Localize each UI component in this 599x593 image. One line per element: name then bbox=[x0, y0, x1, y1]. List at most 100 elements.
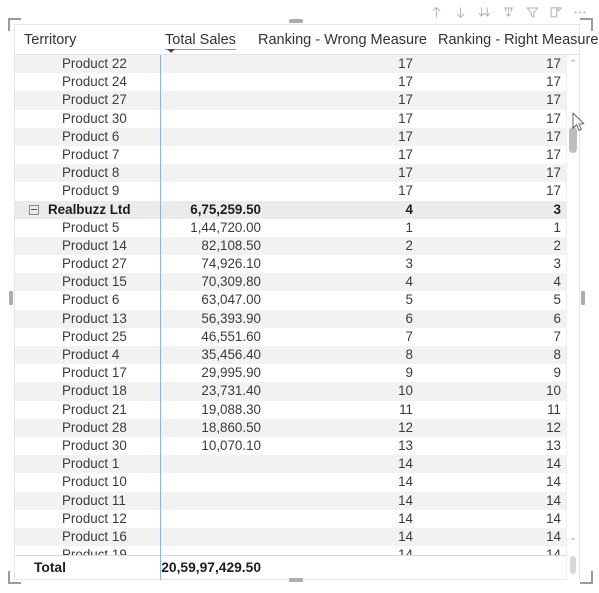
resize-handle-right[interactable] bbox=[581, 291, 585, 305]
row-label: Product 27 bbox=[62, 256, 127, 272]
row-ranking-right: 8 bbox=[553, 347, 561, 362]
matrix-row[interactable]: Product 6 63,047.00 5 5 bbox=[15, 291, 579, 309]
drill-next-level-icon[interactable] bbox=[496, 1, 520, 23]
resize-handle-top[interactable] bbox=[289, 19, 303, 23]
row-label: Product 30 bbox=[62, 437, 127, 453]
resize-handle-left[interactable] bbox=[9, 291, 13, 305]
row-ranking-wrong: 17 bbox=[398, 74, 413, 90]
row-total-sales: 82,108.50 bbox=[201, 237, 261, 253]
resize-handle-bottom-right[interactable] bbox=[580, 571, 593, 584]
resize-handle-top-right[interactable] bbox=[580, 18, 593, 31]
matrix-row[interactable]: Product 16 14 14 bbox=[15, 527, 579, 547]
row-total-sales: 29,995.90 bbox=[201, 365, 261, 381]
scroll-down-arrow-icon[interactable]: ⌄ bbox=[567, 530, 579, 544]
vertical-scrollbar[interactable]: ⌃ ⌄ bbox=[566, 55, 579, 580]
resize-handle-bottom-left[interactable] bbox=[8, 571, 21, 584]
matrix-row[interactable]: Product 27 17 17 bbox=[15, 91, 579, 110]
row-ranking-right: 3 bbox=[553, 201, 561, 217]
resize-handle-top-left[interactable] bbox=[8, 18, 21, 31]
scrollbar-thumb[interactable] bbox=[569, 127, 577, 153]
resize-handle-bottom[interactable] bbox=[289, 578, 303, 582]
row-ranking-right: 17 bbox=[546, 128, 561, 144]
row-ranking-wrong: 2 bbox=[405, 237, 413, 253]
drill-down-icon[interactable] bbox=[448, 1, 472, 23]
row-ranking-wrong: 5 bbox=[405, 292, 413, 308]
matrix-row[interactable]: Product 27 74,926.10 3 3 bbox=[15, 255, 579, 273]
sort-descending-icon bbox=[167, 49, 175, 53]
row-ranking-right: 17 bbox=[546, 183, 561, 199]
matrix-row[interactable]: Product 6 17 17 bbox=[15, 127, 579, 146]
row-ranking-wrong: 3 bbox=[405, 256, 413, 272]
matrix-row[interactable]: Product 18 23,731.40 10 10 bbox=[15, 382, 579, 401]
drill-up-icon[interactable] bbox=[424, 1, 448, 23]
row-label: Product 21 bbox=[62, 401, 127, 417]
column-header-total-sales[interactable]: Total Sales bbox=[165, 32, 236, 50]
row-label: Product 13 bbox=[62, 310, 127, 326]
row-ranking-right: 17 bbox=[546, 110, 561, 126]
row-label: Product 8 bbox=[62, 165, 120, 181]
expand-all-down-icon[interactable] bbox=[472, 1, 496, 23]
focus-mode-icon[interactable] bbox=[544, 1, 568, 23]
row-ranking-right: 14 bbox=[546, 492, 561, 508]
matrix-group-row[interactable]: Realbuzz Ltd 6,75,259.50 4 3 bbox=[15, 200, 579, 219]
row-total-sales: 46,551.60 bbox=[201, 328, 261, 344]
scroll-up-arrow-icon[interactable]: ⌃ bbox=[567, 56, 579, 70]
row-ranking-right: 10 bbox=[546, 383, 561, 399]
matrix-row[interactable]: Product 8 17 17 bbox=[15, 164, 579, 183]
row-ranking-wrong: 9 bbox=[405, 365, 413, 381]
row-ranking-right: 17 bbox=[546, 92, 561, 108]
row-ranking-wrong: 1 bbox=[405, 219, 413, 235]
row-label: Product 17 bbox=[62, 365, 127, 381]
row-ranking-wrong: 10 bbox=[398, 383, 413, 399]
row-label: Product 6 bbox=[62, 292, 120, 308]
row-ranking-right: 17 bbox=[546, 146, 561, 162]
matrix-row[interactable]: Product 7 17 17 bbox=[15, 146, 579, 164]
matrix-row[interactable]: Product 11 14 14 bbox=[15, 491, 579, 510]
matrix-row[interactable]: Product 22 17 17 bbox=[15, 55, 579, 74]
row-total-sales: 56,393.90 bbox=[201, 310, 261, 326]
matrix-row[interactable]: Product 12 14 14 bbox=[15, 510, 579, 528]
row-ranking-right: 17 bbox=[546, 56, 561, 71]
matrix-row[interactable]: Product 9 17 17 bbox=[15, 182, 579, 200]
matrix-row[interactable]: Product 14 82,108.50 2 2 bbox=[15, 236, 579, 256]
row-ranking-right: 2 bbox=[553, 237, 561, 253]
row-total-sales: 23,731.40 bbox=[201, 383, 261, 399]
matrix-row[interactable]: Product 10 14 14 bbox=[15, 473, 579, 491]
column-header-ranking-wrong-measure[interactable]: Ranking - Wrong Measure bbox=[258, 32, 427, 48]
row-total-sales: 6,75,259.50 bbox=[190, 201, 261, 217]
row-ranking-right: 14 bbox=[546, 474, 561, 490]
matrix-row[interactable]: Product 30 17 17 bbox=[15, 110, 579, 128]
row-label: Product 7 bbox=[62, 146, 120, 162]
row-ranking-right: 12 bbox=[546, 419, 561, 435]
matrix-row[interactable]: Product 15 70,309.80 4 4 bbox=[15, 273, 579, 292]
total-row-label: Total bbox=[34, 560, 66, 575]
matrix-row[interactable]: Product 30 10,070.10 13 13 bbox=[15, 437, 579, 455]
matrix-row[interactable]: Product 25 46,551.60 7 7 bbox=[15, 328, 579, 346]
row-label: Product 11 bbox=[62, 492, 126, 508]
matrix-row[interactable]: Product 24 17 17 bbox=[15, 73, 579, 91]
row-label: Product 15 bbox=[62, 274, 127, 290]
matrix-row[interactable]: Product 28 18,860.50 12 12 bbox=[15, 418, 579, 437]
row-ranking-right: 7 bbox=[553, 328, 561, 344]
row-ranking-right: 4 bbox=[553, 274, 561, 290]
row-label: Product 12 bbox=[62, 510, 127, 526]
row-ranking-wrong: 14 bbox=[398, 456, 413, 472]
matrix-row[interactable]: Product 4 35,456.40 8 8 bbox=[15, 346, 579, 365]
matrix-row[interactable]: Product 5 1,44,720.00 1 1 bbox=[15, 219, 579, 237]
matrix-row[interactable]: Product 17 29,995.90 9 9 bbox=[15, 364, 579, 382]
row-ranking-wrong: 13 bbox=[398, 437, 413, 453]
collapse-group-icon[interactable] bbox=[29, 204, 39, 215]
row-label: Product 9 bbox=[62, 183, 120, 199]
row-ranking-right: 14 bbox=[546, 456, 561, 472]
row-label: Product 1 bbox=[62, 456, 120, 472]
matrix-row[interactable]: Product 1 14 14 bbox=[15, 455, 579, 474]
row-ranking-right: 13 bbox=[546, 437, 561, 453]
matrix-column-header-row: Territory Total Sales Ranking - Wrong Me… bbox=[15, 25, 598, 55]
matrix-row[interactable]: Product 13 56,393.90 6 6 bbox=[15, 309, 579, 328]
row-total-sales: 10,070.10 bbox=[201, 437, 261, 453]
column-header-territory[interactable]: Territory bbox=[24, 32, 76, 48]
filter-icon[interactable] bbox=[520, 1, 544, 23]
column-header-ranking-right-measure[interactable]: Ranking - Right Measure bbox=[438, 32, 598, 48]
matrix-row[interactable]: Product 21 19,088.30 11 11 bbox=[15, 401, 579, 419]
row-ranking-wrong: 17 bbox=[398, 128, 413, 144]
